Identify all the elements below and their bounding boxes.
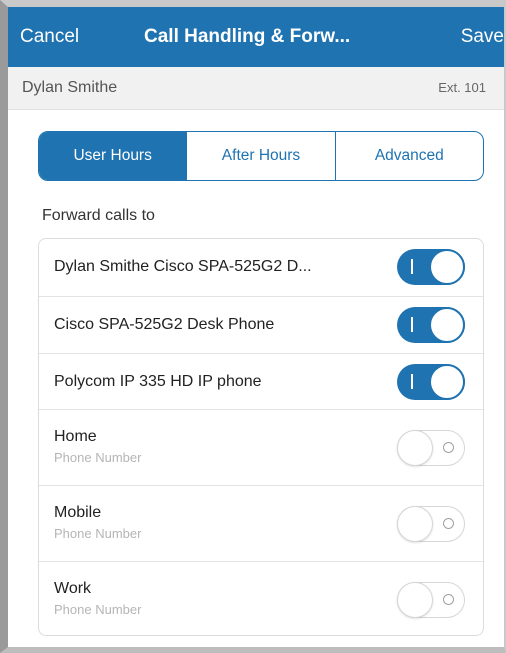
forward-target-label: Polycom IP 335 HD IP phone bbox=[54, 373, 262, 390]
user-extension: Ext. 101 bbox=[438, 80, 486, 95]
list-item[interactable]: Polycom IP 335 HD IP phone bbox=[39, 353, 483, 410]
toggle-on-bar-icon bbox=[411, 317, 413, 332]
tab-after-hours[interactable]: After Hours bbox=[186, 132, 334, 180]
phone-number-placeholder: Phone Number bbox=[54, 450, 142, 465]
tab-user-hours[interactable]: User Hours bbox=[39, 132, 187, 180]
forward-target-label: Dylan Smithe Cisco SPA-525G2 D... bbox=[54, 258, 312, 275]
toggle-knob bbox=[429, 249, 465, 285]
toggle-knob bbox=[429, 364, 465, 400]
save-button[interactable]: Save bbox=[461, 7, 504, 67]
forward-target-label: Work bbox=[54, 580, 92, 597]
forward-toggle[interactable] bbox=[397, 430, 465, 466]
toggle-knob bbox=[397, 582, 433, 618]
phone-number-placeholder: Phone Number bbox=[54, 526, 142, 541]
forward-calls-label: Forward calls to bbox=[42, 207, 155, 224]
list-item[interactable]: Dylan Smithe Cisco SPA-525G2 D... bbox=[39, 239, 483, 296]
toggle-off-circle-icon bbox=[443, 442, 454, 453]
toggle-off-circle-icon bbox=[443, 594, 454, 605]
navigation-bar: Cancel Call Handling & Forw... Save bbox=[8, 7, 504, 67]
cancel-button[interactable]: Cancel bbox=[20, 7, 79, 67]
hours-tab-selector: User Hours After Hours Advanced bbox=[38, 131, 484, 181]
toggle-on-bar-icon bbox=[411, 374, 413, 389]
forward-toggle[interactable] bbox=[397, 307, 465, 343]
list-item[interactable]: Cisco SPA-525G2 Desk Phone bbox=[39, 296, 483, 354]
toggle-on-bar-icon bbox=[411, 259, 413, 274]
toggle-knob bbox=[397, 506, 433, 542]
app-frame: Cancel Call Handling & Forw... Save Dyla… bbox=[0, 0, 506, 653]
forward-toggle[interactable] bbox=[397, 249, 465, 285]
page-title: Call Handling & Forw... bbox=[144, 26, 351, 47]
forward-target-label: Mobile bbox=[54, 504, 102, 521]
list-item[interactable]: Home Phone Number bbox=[39, 409, 483, 486]
user-info-bar: Dylan Smithe Ext. 101 bbox=[8, 67, 504, 110]
toggle-knob bbox=[429, 307, 465, 343]
forward-target-label: Cisco SPA-525G2 Desk Phone bbox=[54, 316, 275, 333]
tab-advanced[interactable]: Advanced bbox=[334, 132, 483, 180]
toggle-off-circle-icon bbox=[443, 518, 454, 529]
forward-toggle[interactable] bbox=[397, 506, 465, 542]
forward-target-label: Home bbox=[54, 428, 97, 445]
list-item[interactable]: Work Phone Number bbox=[39, 561, 483, 636]
phone-number-placeholder: Phone Number bbox=[54, 602, 142, 617]
list-item[interactable]: Mobile Phone Number bbox=[39, 485, 483, 562]
user-name: Dylan Smithe bbox=[22, 79, 118, 96]
forward-targets-list: Dylan Smithe Cisco SPA-525G2 D... Cisco … bbox=[38, 238, 484, 636]
toggle-knob bbox=[397, 430, 433, 466]
forward-toggle[interactable] bbox=[397, 582, 465, 618]
forward-toggle[interactable] bbox=[397, 364, 465, 400]
